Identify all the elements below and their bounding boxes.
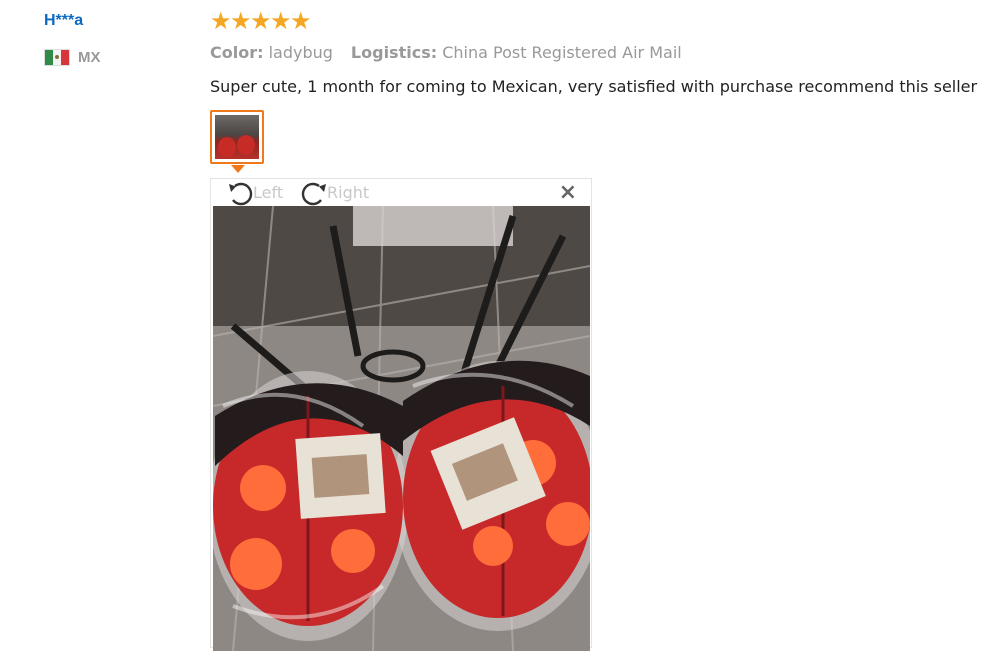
country-code: MX xyxy=(78,48,101,66)
rotate-right-label: Right xyxy=(327,183,370,202)
star-icon: ★ xyxy=(290,7,312,35)
rotate-left-label: Left xyxy=(253,183,284,202)
star-icon: ★ xyxy=(230,7,252,35)
star-icon: ★ xyxy=(250,7,272,35)
reviewer-name: H***a xyxy=(44,12,84,29)
color-label: Color: xyxy=(210,43,264,62)
rotate-right-button[interactable]: Right xyxy=(299,179,369,206)
thumbnail-image xyxy=(215,115,259,159)
logistics-label: Logistics: xyxy=(350,43,438,62)
review-text: Super cute, 1 month for coming to Mexica… xyxy=(210,77,978,96)
mexico-flag-icon xyxy=(44,48,70,66)
star-icon: ★ xyxy=(270,7,292,35)
star-rating: ★ ★ ★ ★ ★ xyxy=(210,7,312,35)
review-meta: Color: ladybug Logistics: China Post Regi… xyxy=(210,43,682,62)
reviewer-country: MX xyxy=(44,47,101,67)
image-viewer: Left Right × xyxy=(210,178,592,651)
close-viewer-button[interactable]: × xyxy=(559,182,577,204)
logistics-value: China Post Registered Air Mail xyxy=(442,43,682,62)
review-photo-image xyxy=(213,206,590,651)
thumbnail-pointer-icon xyxy=(231,165,245,173)
rotate-left-button[interactable]: Left xyxy=(225,179,283,206)
viewer-toolbar: Left Right × xyxy=(211,179,591,206)
review-photo xyxy=(213,206,590,651)
review-photo-thumbnail[interactable] xyxy=(210,110,264,164)
star-icon: ★ xyxy=(210,7,232,35)
color-value: ladybug xyxy=(268,43,333,62)
